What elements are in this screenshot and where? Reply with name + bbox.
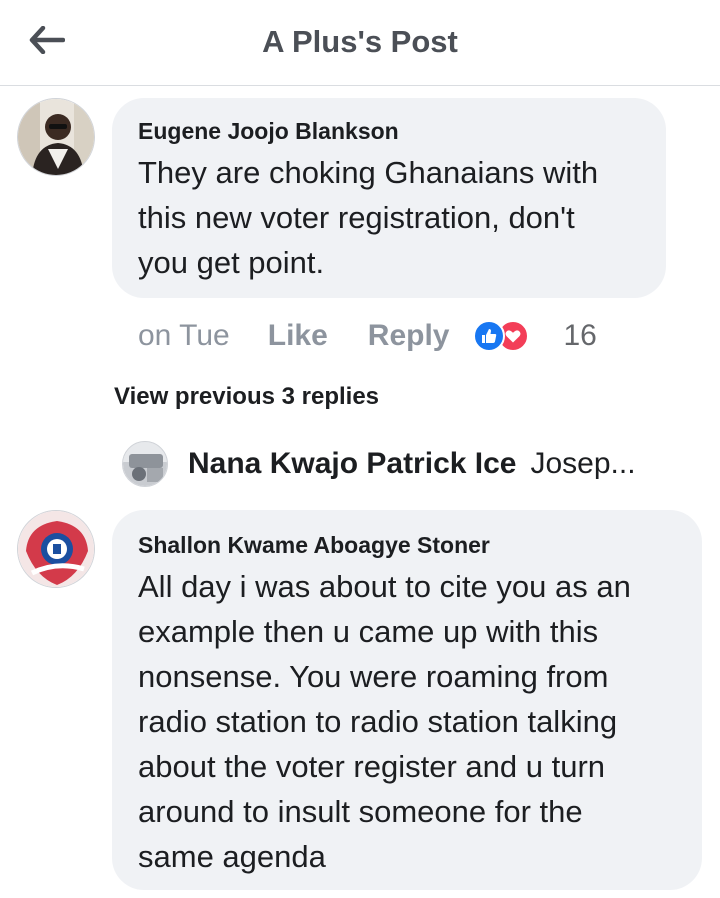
- view-previous-replies-link[interactable]: View previous 3 replies: [114, 383, 379, 411]
- comment-actions: on Tue Like Reply 16: [138, 316, 597, 356]
- comment-text: All day i was about to cite you as an ex…: [138, 564, 631, 879]
- comment-line: radio station to radio station talking: [138, 704, 618, 739]
- comment-line: this new voter registration, don't: [138, 200, 575, 235]
- reaction-summary[interactable]: 16: [473, 319, 597, 353]
- comment-line: same agenda: [138, 839, 326, 874]
- comment-line: around to insult someone for the: [138, 794, 583, 829]
- comment-author[interactable]: Shallon Kwame Aboagye Stoner: [138, 532, 490, 559]
- reply-snippet: Josep...: [530, 447, 636, 480]
- page-title: A Plus's Post: [262, 24, 458, 59]
- comment-line: All day i was about to cite you as an: [138, 569, 631, 604]
- comment-line: you get point.: [138, 245, 325, 280]
- reply-author[interactable]: Nana Kwajo Patrick Ice: [188, 447, 516, 481]
- comment-text: They are choking Ghanaians with this new…: [138, 150, 598, 285]
- reply-button[interactable]: Reply: [368, 319, 450, 353]
- comment-timestamp[interactable]: on Tue: [138, 319, 230, 353]
- top-bar: A Plus's Post: [0, 0, 720, 86]
- avatar[interactable]: [17, 510, 95, 588]
- reaction-count: 16: [563, 319, 597, 352]
- profile-photo-icon: [18, 99, 94, 175]
- comment-line: example then u came up with this: [138, 614, 599, 649]
- profile-photo-icon: [123, 442, 167, 486]
- comment-line: They are choking Ghanaians with: [138, 155, 599, 190]
- comment-line: nonsense. You were roaming from: [138, 659, 609, 694]
- profile-photo-icon: [18, 511, 94, 587]
- reply-preview-row[interactable]: Nana Kwajo Patrick Ice Josep...: [122, 438, 682, 490]
- comment-author[interactable]: Eugene Joojo Blankson: [138, 118, 399, 145]
- avatar[interactable]: [17, 98, 95, 176]
- avatar[interactable]: [122, 441, 168, 487]
- comment-line: about the voter register and u turn: [138, 749, 606, 784]
- like-button[interactable]: Like: [268, 319, 328, 353]
